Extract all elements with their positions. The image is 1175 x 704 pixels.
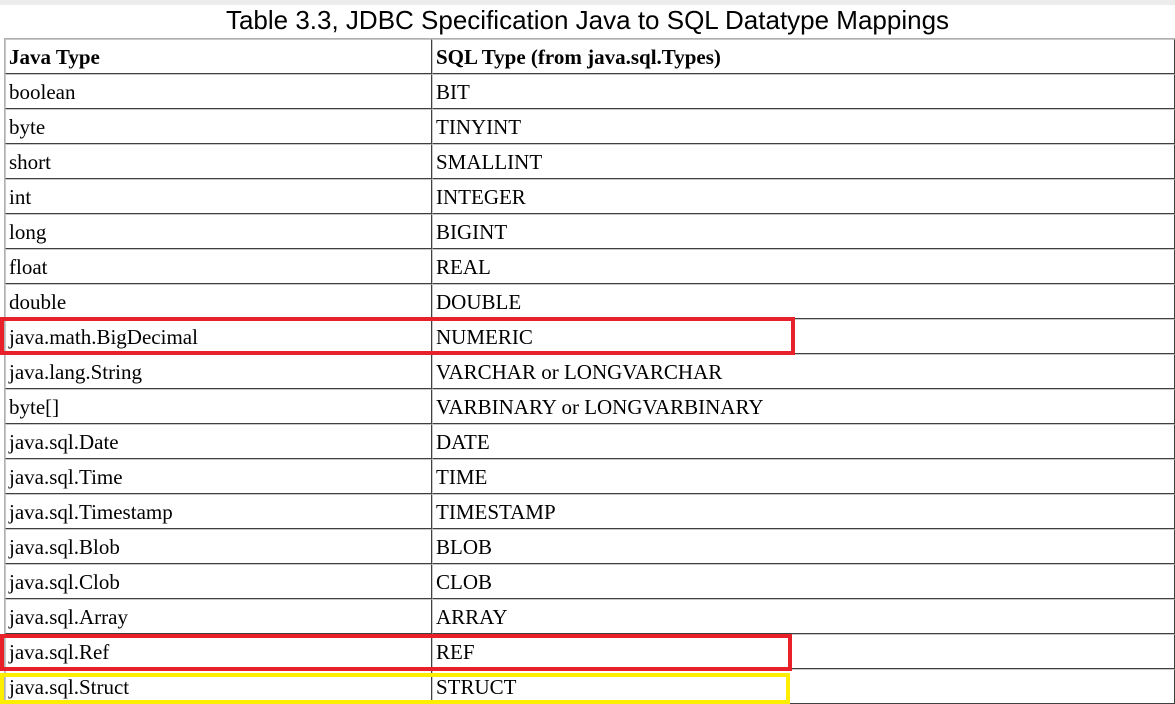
sql-type-cell: TIMESTAMP [432,494,1175,529]
sql-type-cell: CLOB [432,564,1175,599]
java-type-cell: long [5,214,432,249]
table-row: java.sql.Timestamp TIMESTAMP [5,494,1175,529]
header-sql-type: SQL Type (from java.sql.Types) [432,39,1175,74]
table-row: java.math.BigDecimal NUMERIC [5,319,1175,354]
java-type-cell: java.lang.String [5,354,432,389]
header-java-type: Java Type [5,39,432,74]
java-type-cell: java.sql.Time [5,459,432,494]
java-type-cell: java.sql.Ref [5,634,432,669]
java-type-cell: double [5,284,432,319]
sql-type-cell: TINYINT [432,109,1175,144]
java-type-cell: java.sql.Array [5,599,432,634]
sql-type-cell: VARCHAR or LONGVARCHAR [432,354,1175,389]
table-row: byte[] VARBINARY or LONGVARBINARY [5,389,1175,424]
table-row: byte TINYINT [5,109,1175,144]
table-title: Table 3.3, JDBC Specification Java to SQ… [225,5,950,35]
java-type-cell: java.sql.Struct [5,669,432,704]
table-row: java.sql.Struct STRUCT [5,669,1175,704]
java-type-cell: boolean [5,74,432,109]
table-row: java.sql.Date DATE [5,424,1175,459]
java-type-cell: int [5,179,432,214]
table-row: java.sql.Ref REF [5,634,1175,669]
java-type-cell: java.sql.Blob [5,529,432,564]
table-row: double DOUBLE [5,284,1175,319]
sql-type-cell: NUMERIC [432,319,1175,354]
table-row: java.sql.Time TIME [5,459,1175,494]
table-row: java.sql.Clob CLOB [5,564,1175,599]
table-header-row: Java Type SQL Type (from java.sql.Types) [5,39,1175,74]
table-row: boolean BIT [5,74,1175,109]
sql-type-cell: BLOB [432,529,1175,564]
table-row: short SMALLINT [5,144,1175,179]
sql-type-cell: BIGINT [432,214,1175,249]
sql-type-cell: BIT [432,74,1175,109]
datatype-mapping-table: Java Type SQL Type (from java.sql.Types)… [4,38,1175,704]
java-type-cell: byte [5,109,432,144]
table-row: long BIGINT [5,214,1175,249]
java-type-cell: java.sql.Timestamp [5,494,432,529]
table-row: java.sql.Array ARRAY [5,599,1175,634]
document-page: Table 3.3, JDBC Specification Java to SQ… [0,0,1175,704]
java-type-cell: float [5,249,432,284]
table-row: java.sql.Blob BLOB [5,529,1175,564]
sql-type-cell: INTEGER [432,179,1175,214]
table-row: java.lang.String VARCHAR or LONGVARCHAR [5,354,1175,389]
sql-type-cell: DOUBLE [432,284,1175,319]
java-type-cell: java.math.BigDecimal [5,319,432,354]
java-type-cell: java.sql.Clob [5,564,432,599]
table-row: float REAL [5,249,1175,284]
sql-type-cell: ARRAY [432,599,1175,634]
sql-type-cell: STRUCT [432,669,1175,704]
sql-type-cell: SMALLINT [432,144,1175,179]
sql-type-cell: TIME [432,459,1175,494]
java-type-cell: short [5,144,432,179]
sql-type-cell: DATE [432,424,1175,459]
sql-type-cell: VARBINARY or LONGVARBINARY [432,389,1175,424]
sql-type-cell: REF [432,634,1175,669]
java-type-cell: byte[] [5,389,432,424]
java-type-cell: java.sql.Date [5,424,432,459]
sql-type-cell: REAL [432,249,1175,284]
table-row: int INTEGER [5,179,1175,214]
